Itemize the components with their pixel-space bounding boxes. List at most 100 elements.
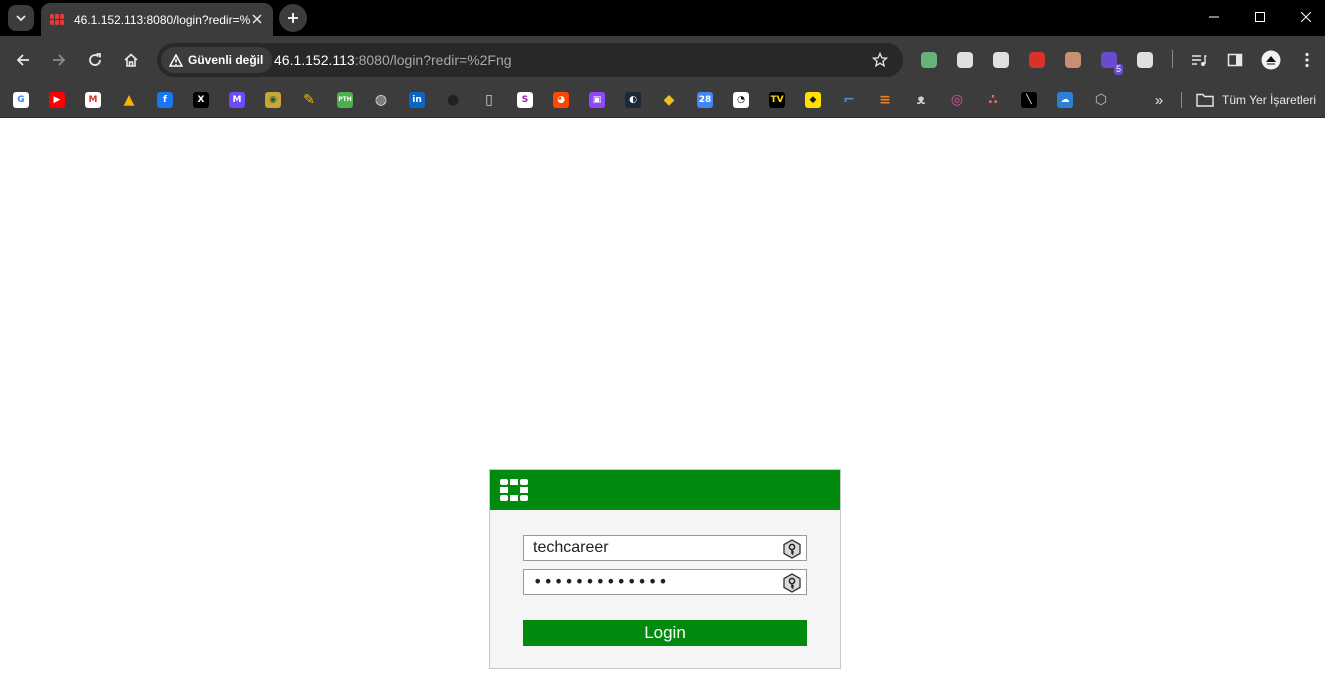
- password-manager-key-icon[interactable]: [782, 573, 802, 593]
- bookmark-x[interactable]: X: [189, 88, 213, 112]
- forward-button[interactable]: [45, 46, 73, 74]
- asana-icon: ∴: [985, 92, 1001, 108]
- bookmark-pink-knot[interactable]: ◎: [945, 88, 969, 112]
- linkedin-icon: in: [409, 92, 425, 108]
- bracket-app-icon: ⌐: [841, 92, 857, 108]
- bookmark-file[interactable]: ▯: [477, 88, 501, 112]
- bookmark-cloud-app[interactable]: ☁: [1053, 88, 1077, 112]
- warning-triangle-icon: [169, 53, 183, 67]
- reload-icon: [89, 53, 101, 66]
- page-content: techcareer ••••••••••••• Login: [0, 118, 1325, 686]
- bookmark-proton-mail[interactable]: M: [225, 88, 249, 112]
- password-field[interactable]: •••••••••••••: [523, 569, 807, 595]
- bookmark-team-crest[interactable]: ◆: [657, 88, 681, 112]
- username-value: techcareer: [533, 539, 609, 556]
- speedometer-icon: ◔: [733, 92, 749, 108]
- bookmark-speedometer[interactable]: ◔: [729, 88, 753, 112]
- hexagon-extension-icon: [993, 52, 1009, 68]
- bookmark-star-button[interactable]: [871, 51, 889, 69]
- facebook-icon: f: [157, 92, 173, 108]
- bookmark-google-drive[interactable]: ▲: [117, 88, 141, 112]
- pencil-app-icon: ✎: [301, 92, 317, 108]
- bookmark-yellow-cube[interactable]: ◆: [801, 88, 825, 112]
- bookmark-github[interactable]: ●: [441, 88, 465, 112]
- bookmark-box-app[interactable]: ⬡: [1089, 88, 1113, 112]
- t-extension-button[interactable]: [1027, 50, 1047, 70]
- side-panel-button[interactable]: [1225, 50, 1245, 70]
- chevron-down-icon: [16, 15, 26, 22]
- bookmark-tv-plus[interactable]: TV: [765, 88, 789, 112]
- fortinet-favicon-icon: [50, 13, 66, 26]
- maximize-icon: [1255, 11, 1265, 22]
- minimize-icon: [1209, 16, 1219, 17]
- back-button[interactable]: [9, 46, 37, 74]
- toolbar-separator: [1172, 50, 1173, 68]
- adguard-button[interactable]: [919, 50, 939, 70]
- bookmark-pth[interactable]: PTH: [333, 88, 357, 112]
- bookmark-bracket-app[interactable]: ⌐: [837, 88, 861, 112]
- tab-search-button[interactable]: [8, 5, 34, 31]
- new-tab-button[interactable]: [279, 4, 307, 32]
- yellow-cube-icon: ◆: [805, 92, 821, 108]
- window-close-button[interactable]: [1283, 0, 1325, 33]
- s-app-icon: S: [517, 92, 533, 108]
- cloud-extension-button[interactable]: [955, 50, 975, 70]
- profile-avatar[interactable]: [1261, 50, 1281, 70]
- github-icon: ●: [445, 92, 461, 108]
- bookmark-pencil-app[interactable]: ✎: [297, 88, 321, 112]
- proton-mail-icon: M: [229, 92, 245, 108]
- login-button[interactable]: Login: [523, 620, 807, 646]
- bookmark-black-square[interactable]: ╲: [1017, 88, 1041, 112]
- bookmark-asana[interactable]: ∴: [981, 88, 1005, 112]
- bookmark-stack-overflow[interactable]: ≡: [873, 88, 897, 112]
- bookmark-globe[interactable]: ◍: [369, 88, 393, 112]
- security-label: Güvenli değil: [188, 53, 264, 67]
- globe-icon: ◍: [373, 92, 389, 108]
- team-crest-icon: ◆: [661, 92, 677, 108]
- browser-tab[interactable]: 46.1.152.113:8080/login?redir=%2Fng: [41, 3, 273, 36]
- extension-badge: 5: [1113, 64, 1123, 75]
- all-bookmarks-folder[interactable]: Tüm Yer İşaretleri: [1196, 88, 1316, 112]
- reload-button[interactable]: [81, 46, 109, 74]
- bookmark-linkedin[interactable]: in: [405, 88, 429, 112]
- arrow-right-icon: [53, 54, 66, 66]
- bookmark-youtube[interactable]: ▶: [45, 88, 69, 112]
- bookmark-mask[interactable]: ᴥ: [909, 88, 933, 112]
- bookmark-s-app[interactable]: S: [513, 88, 537, 112]
- address-bar[interactable]: Güvenli değil 46.1.152.113:8080/login?re…: [157, 43, 903, 77]
- home-button[interactable]: [117, 46, 145, 74]
- browser-menu-button[interactable]: [1297, 50, 1317, 70]
- security-chip[interactable]: Güvenli değil: [161, 47, 273, 73]
- stack-overflow-icon: ≡: [877, 92, 893, 108]
- bookmark-calendar[interactable]: 28: [693, 88, 717, 112]
- all-bookmarks-label: Tüm Yer İşaretleri: [1222, 93, 1317, 107]
- reading-list-button[interactable]: [1189, 50, 1209, 70]
- puzzle-extensions-button[interactable]: [1135, 50, 1155, 70]
- plus-icon: [288, 13, 298, 23]
- tab-strip: 46.1.152.113:8080/login?redir=%2Fng: [0, 0, 1325, 36]
- maximize-button[interactable]: [1237, 0, 1283, 33]
- more-bookmarks-button[interactable]: »: [1148, 89, 1170, 111]
- bookmark-university-seal[interactable]: ◉: [261, 88, 285, 112]
- steam-icon: ◐: [625, 92, 641, 108]
- bookmark-facebook[interactable]: f: [153, 88, 177, 112]
- bookmark-reddit[interactable]: ◕: [549, 88, 573, 112]
- home-icon: [124, 53, 138, 67]
- bookmark-steam[interactable]: ◐: [621, 88, 645, 112]
- file-icon: ▯: [481, 92, 497, 108]
- username-field[interactable]: techcareer: [523, 535, 807, 561]
- bookmark-gmail[interactable]: M: [81, 88, 105, 112]
- bookmark-twitch[interactable]: ▣: [585, 88, 609, 112]
- arrow-left-icon: [16, 54, 29, 66]
- bookmarks-bar: G ▶ M ▲ f X M ◉ ✎ PTH ◍ in ● ▯ S ◕ ▣ ◐ ◆ 28 ◔ TV ◆ ⌐ ≡ ᴥ ◎ ∴ ╲ ☁ ⬡ » T…: [0, 83, 1325, 118]
- minimize-button[interactable]: [1191, 0, 1237, 33]
- password-manager-key-icon[interactable]: [782, 539, 802, 559]
- owl-extension-icon: [1065, 52, 1081, 68]
- side-panel-icon: [1227, 53, 1243, 67]
- owl-extension-button[interactable]: [1063, 50, 1083, 70]
- url-text[interactable]: 46.1.152.113:8080/login?redir=%2Fng: [274, 52, 512, 68]
- graduation-cap-extension-button[interactable]: 5: [1099, 50, 1123, 75]
- bookmark-google[interactable]: G: [9, 88, 33, 112]
- tab-close-button[interactable]: [249, 11, 265, 27]
- hexagon-extension-button[interactable]: [991, 50, 1011, 70]
